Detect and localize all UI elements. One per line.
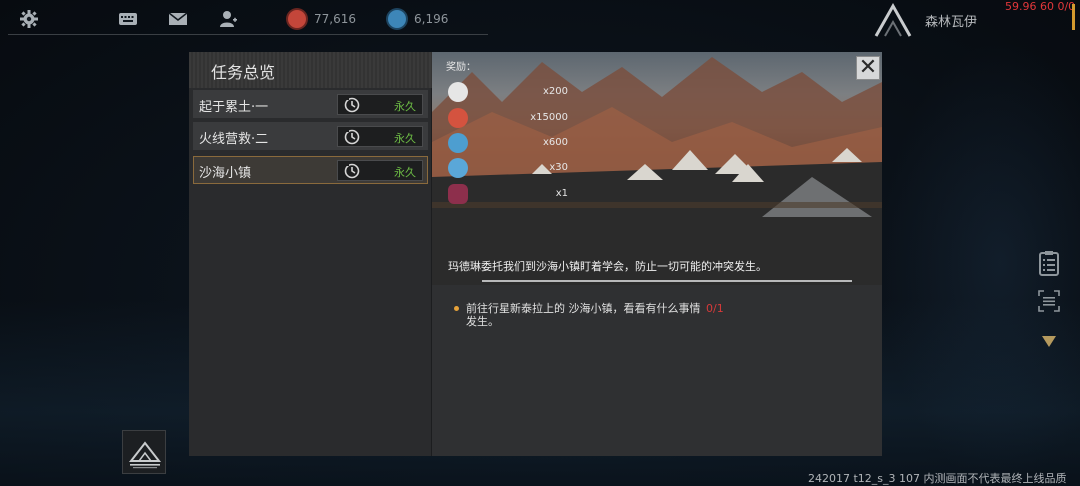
collapse-arrow-icon[interactable] <box>1038 334 1062 353</box>
objective-text: 前往行星新泰拉上的 沙海小镇，看看有什么事情发生。 <box>466 302 701 328</box>
clock-icon <box>344 129 360 145</box>
top-bar: 77,616 6,196 森林瓦伊 59.96 60 0/0 <box>0 0 1080 38</box>
pink-flower-icon <box>448 184 468 204</box>
reward-item[interactable]: x1 <box>448 184 568 206</box>
task-list-header: 任务总览 <box>189 52 432 88</box>
reward-item[interactable]: x600 <box>448 133 568 155</box>
mail-icon[interactable] <box>168 9 188 29</box>
task-name: 沙海小镇 <box>199 166 252 181</box>
task-duration: 永久 <box>394 132 416 145</box>
mission-description: 玛德琳委托我们到沙海小镇盯着学会，防止一切可能的冲突发生。 <box>448 260 767 273</box>
mountain-map-button[interactable] <box>122 430 166 474</box>
objective-bullet-icon <box>454 306 459 311</box>
objectives-area: 前往行星新泰拉上的 沙海小镇，看看有什么事情发生。 0/1 <box>432 285 882 456</box>
task-duration-box: 永久 <box>337 160 423 181</box>
reward-quantity: x15000 <box>530 112 568 123</box>
clipboard-icon[interactable] <box>1038 250 1062 280</box>
faction-logo-icon <box>874 2 912 37</box>
task-item[interactable]: 起于累土·一 永久 <box>193 90 428 118</box>
player-name[interactable]: 森林瓦伊 <box>925 11 977 30</box>
close-button[interactable]: ✕ <box>856 56 880 80</box>
settings-gear-icon[interactable] <box>19 9 39 29</box>
mountain-icon <box>128 441 162 469</box>
blue-crystal-icon <box>388 10 406 28</box>
reward-quantity: x30 <box>549 162 568 173</box>
blue-crystal-icon <box>448 133 468 153</box>
red-gem-icon <box>448 108 468 128</box>
rewards-label: 奖励： <box>446 62 476 73</box>
task-duration-box: 永久 <box>337 94 423 115</box>
task-item-selected[interactable]: 沙海小镇 永久 <box>193 156 428 184</box>
red-gem-icon <box>288 10 306 28</box>
top-bar-divider <box>8 34 488 35</box>
reward-item[interactable]: x200 <box>448 82 568 104</box>
task-duration: 永久 <box>394 100 416 113</box>
objective-progress: 0/1 <box>706 302 724 315</box>
blue-orb-icon <box>448 158 468 178</box>
resource-red-gem: 77,616 <box>288 9 356 29</box>
mission-overview-panel: 任务总览 起于累土·一 永久 火线营救·二 永久 沙海小镇 永久 奖励： x20… <box>189 52 882 456</box>
friends-icon[interactable] <box>218 9 238 29</box>
task-name: 火线营救·二 <box>199 132 269 147</box>
scan-list-icon[interactable] <box>1038 290 1062 316</box>
clock-icon <box>344 97 360 113</box>
fps-indicator-bar <box>1072 4 1075 30</box>
blue-crystal-count: 6,196 <box>414 12 449 26</box>
task-duration: 永久 <box>394 166 416 179</box>
task-item[interactable]: 火线营救·二 永久 <box>193 122 428 150</box>
version-text: 242017 t12_s_3 107 内测画面不代表最终上线品质 <box>808 472 1067 485</box>
reward-quantity: x1 <box>555 188 568 199</box>
keyboard-chat-icon[interactable] <box>118 9 138 29</box>
description-divider <box>482 280 852 282</box>
clock-icon <box>344 163 360 179</box>
mission-scene-image: 奖励： x200 x15000 x600 x30 x1 ✕ 玛德琳委托我们到沙海… <box>432 52 882 285</box>
helmet-token-icon <box>448 82 468 102</box>
reward-quantity: x600 <box>542 137 568 148</box>
reward-quantity: x200 <box>542 86 568 97</box>
resource-blue-crystal: 6,196 <box>388 9 448 29</box>
task-duration-box: 永久 <box>337 126 423 147</box>
task-list-column: 任务总览 起于累土·一 永久 火线营救·二 永久 沙海小镇 永久 <box>189 52 432 456</box>
reward-item[interactable]: x15000 <box>448 108 568 130</box>
fps-counter: 59.96 60 0/0 <box>1005 0 1076 13</box>
panel-title: 任务总览 <box>211 63 276 82</box>
reward-item[interactable]: x30 <box>448 158 568 180</box>
red-gem-count: 77,616 <box>314 12 356 26</box>
task-name: 起于累土·一 <box>199 100 269 115</box>
